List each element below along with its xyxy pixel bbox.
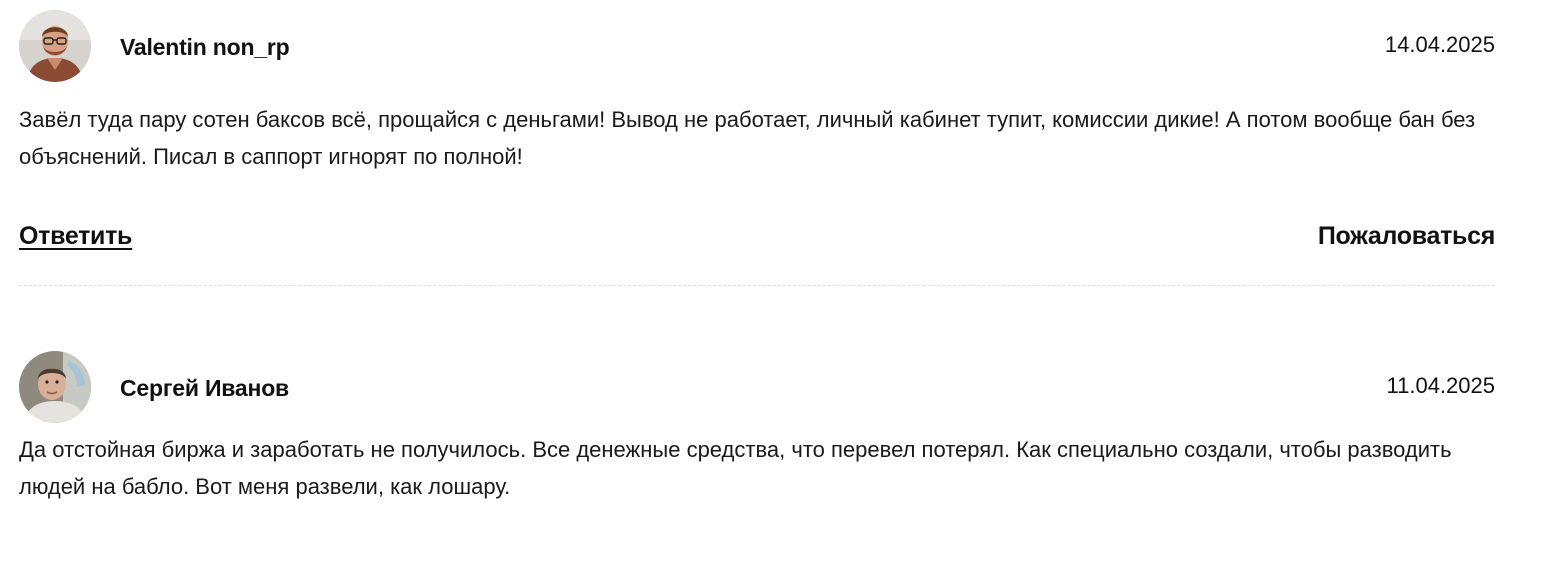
comment-author: Valentin non_rp xyxy=(120,34,290,60)
comment-divider xyxy=(19,285,1495,286)
report-link[interactable]: Пожаловаться xyxy=(1318,222,1495,251)
reply-link[interactable]: Ответить xyxy=(19,222,132,251)
comment-text: Да отстойная биржа и заработать не получ… xyxy=(19,437,1452,499)
comment-text: Завёл туда пару сотен баксов всё, прощай… xyxy=(19,107,1476,169)
avatar[interactable] xyxy=(19,10,91,82)
comments-list: Valentin non_rp 14.04.2025 Завёл туда па… xyxy=(19,0,1495,562)
comment-item: Сергей Иванов 11.04.2025 Да отстойная би… xyxy=(19,287,1495,562)
comment-date: 11.04.2025 xyxy=(1386,373,1495,398)
comment-author: Сергей Иванов xyxy=(120,375,289,401)
user-avatar-photo-icon xyxy=(19,351,91,423)
comment-date: 14.04.2025 xyxy=(1384,32,1495,57)
avatar[interactable] xyxy=(19,351,91,423)
user-avatar-photo-icon xyxy=(19,10,91,82)
comment-item: Valentin non_rp 14.04.2025 Завёл туда па… xyxy=(19,0,1495,287)
comment-actions: Ответить Пожаловаться xyxy=(19,222,1495,258)
